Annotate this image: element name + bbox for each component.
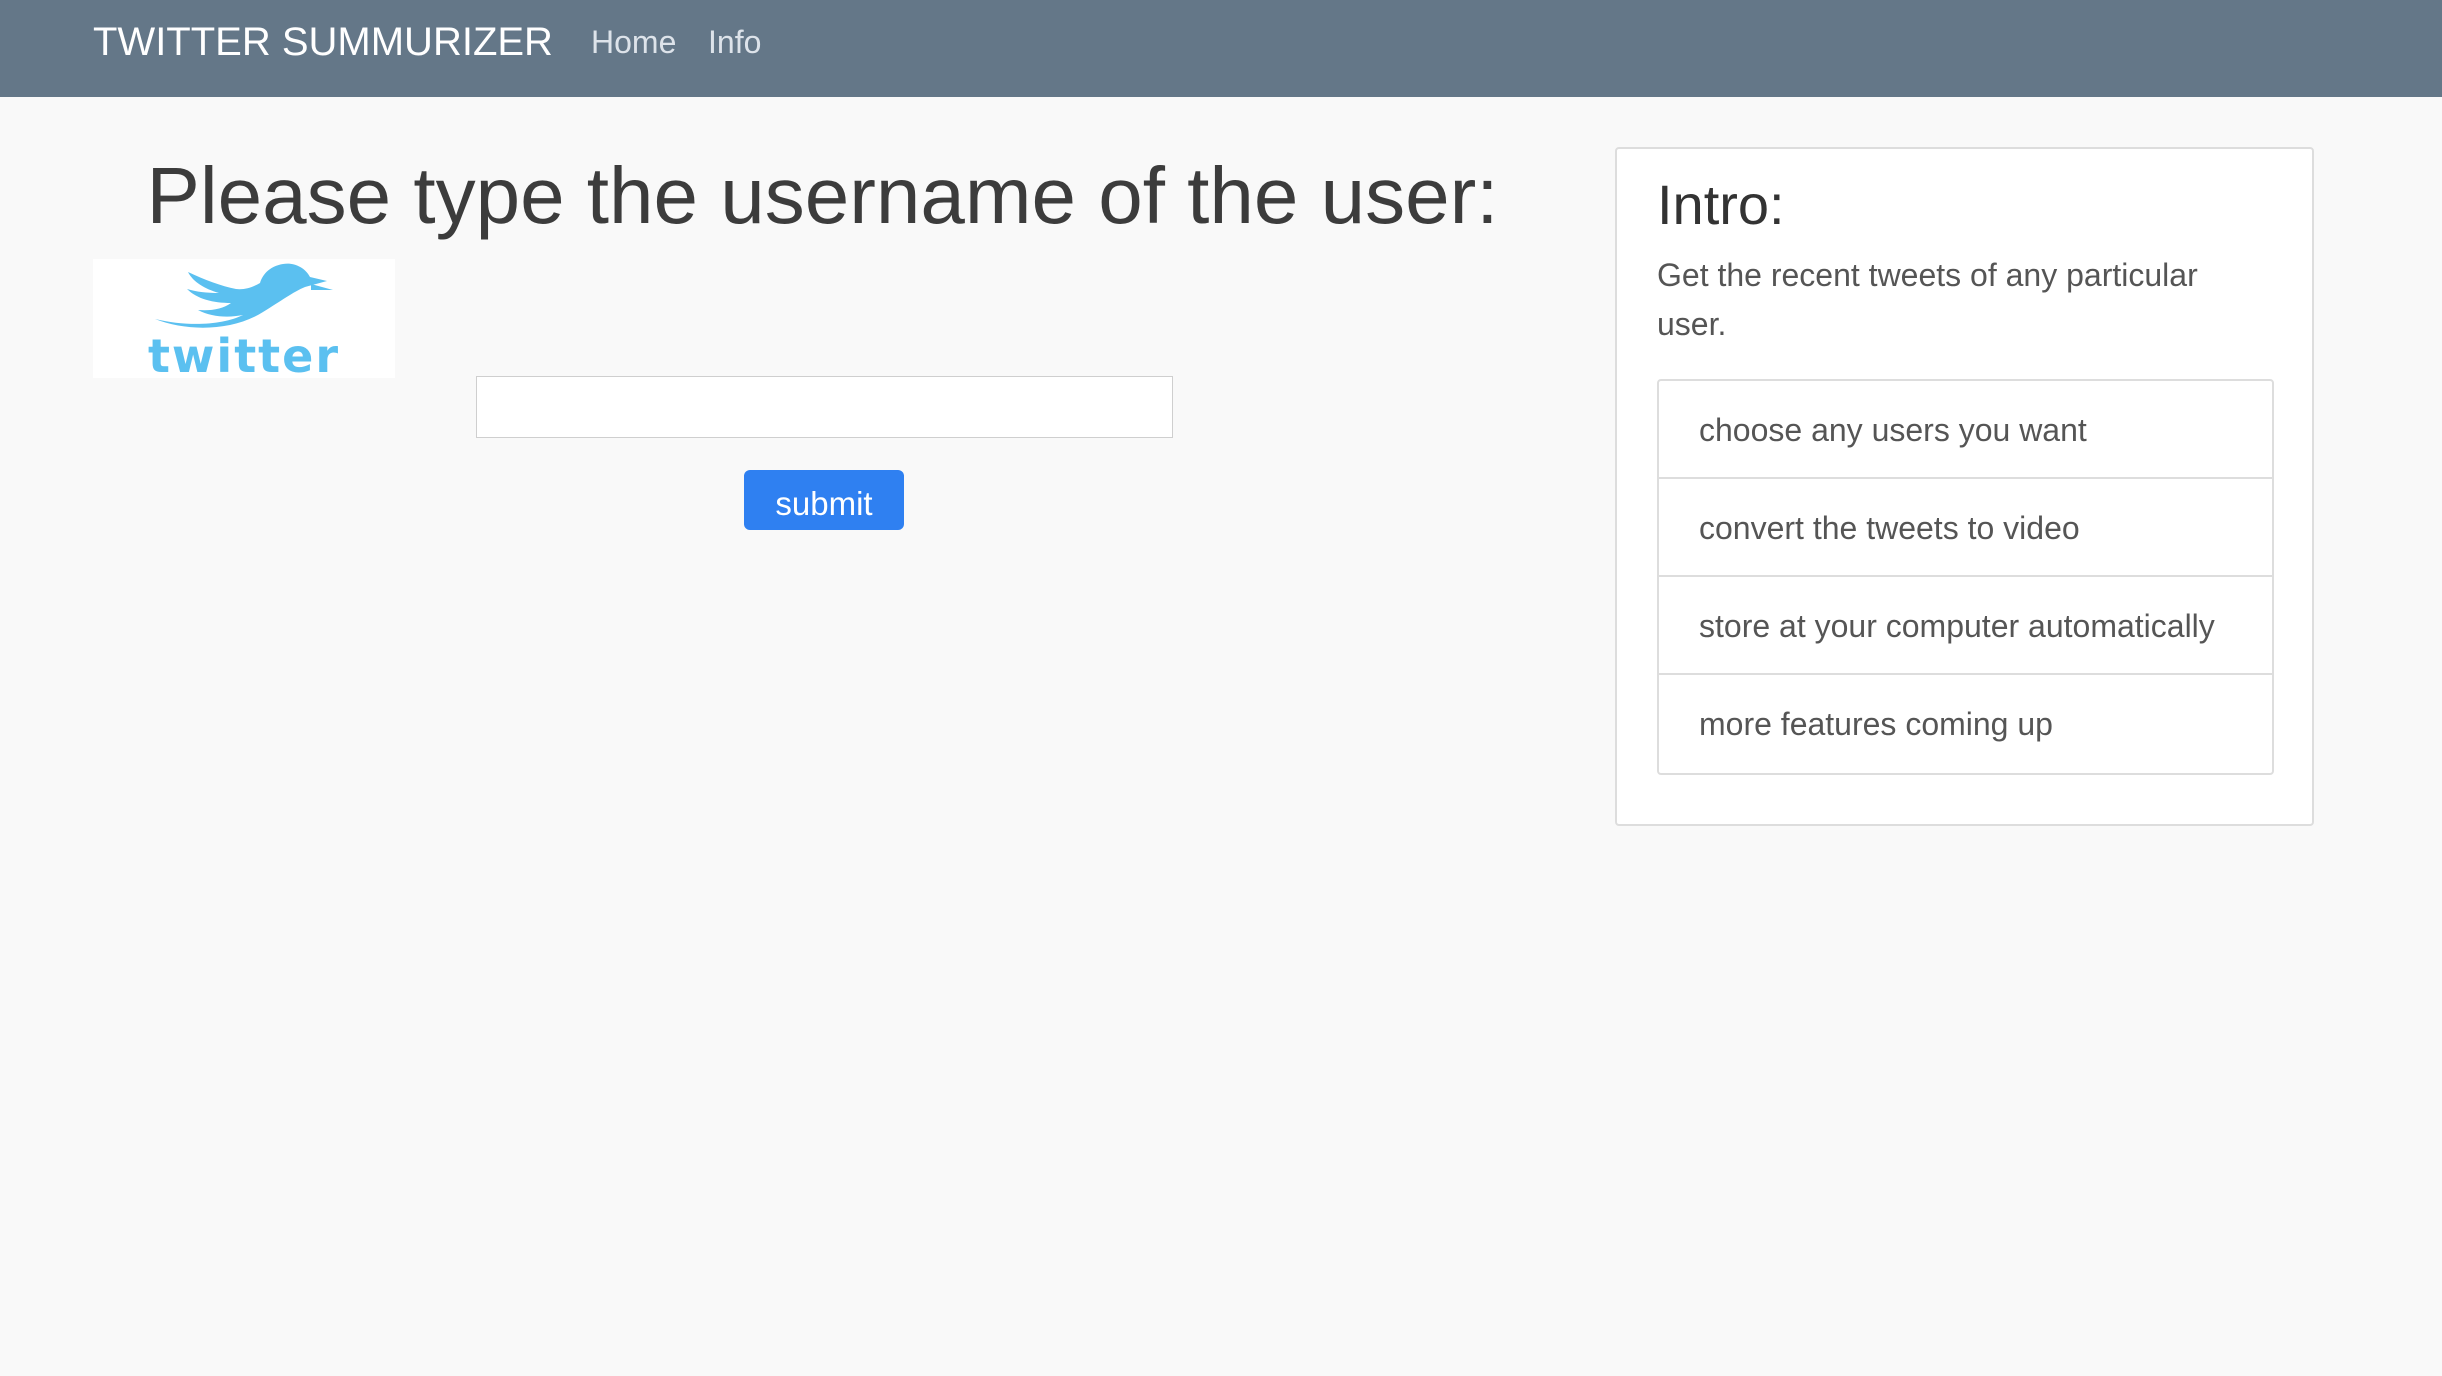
username-input[interactable] (476, 376, 1173, 438)
feature-item-choose-users: choose any users you want (1659, 381, 2272, 479)
intro-description: Get the recent tweets of any particular … (1657, 257, 2198, 342)
navbar: TWITTER SUMMURIZER Home Info (0, 0, 2442, 97)
twitter-logo: twitter (93, 259, 395, 378)
submit-button[interactable]: submit (744, 470, 904, 530)
intro-title: Intro: (1657, 173, 1785, 236)
feature-item-convert-video: convert the tweets to video (1659, 479, 2272, 577)
brand-title[interactable]: TWITTER SUMMURIZER (93, 18, 553, 66)
twitter-bird-logo-icon: twitter (148, 263, 340, 378)
feature-item-more-features: more features coming up (1699, 706, 2053, 742)
twitter-wordmark: twitter (148, 329, 340, 378)
feature-list: choose any users you want convert the tw… (1657, 379, 2274, 775)
feature-item-store-computer: store at your computer automatically (1659, 577, 2272, 675)
page-title: Please type the username of the user: (146, 151, 1499, 240)
nav-link-home[interactable]: Home (591, 21, 676, 63)
nav-link-info[interactable]: Info (708, 21, 761, 63)
intro-card: Intro: Get the recent tweets of any part… (1615, 147, 2314, 826)
